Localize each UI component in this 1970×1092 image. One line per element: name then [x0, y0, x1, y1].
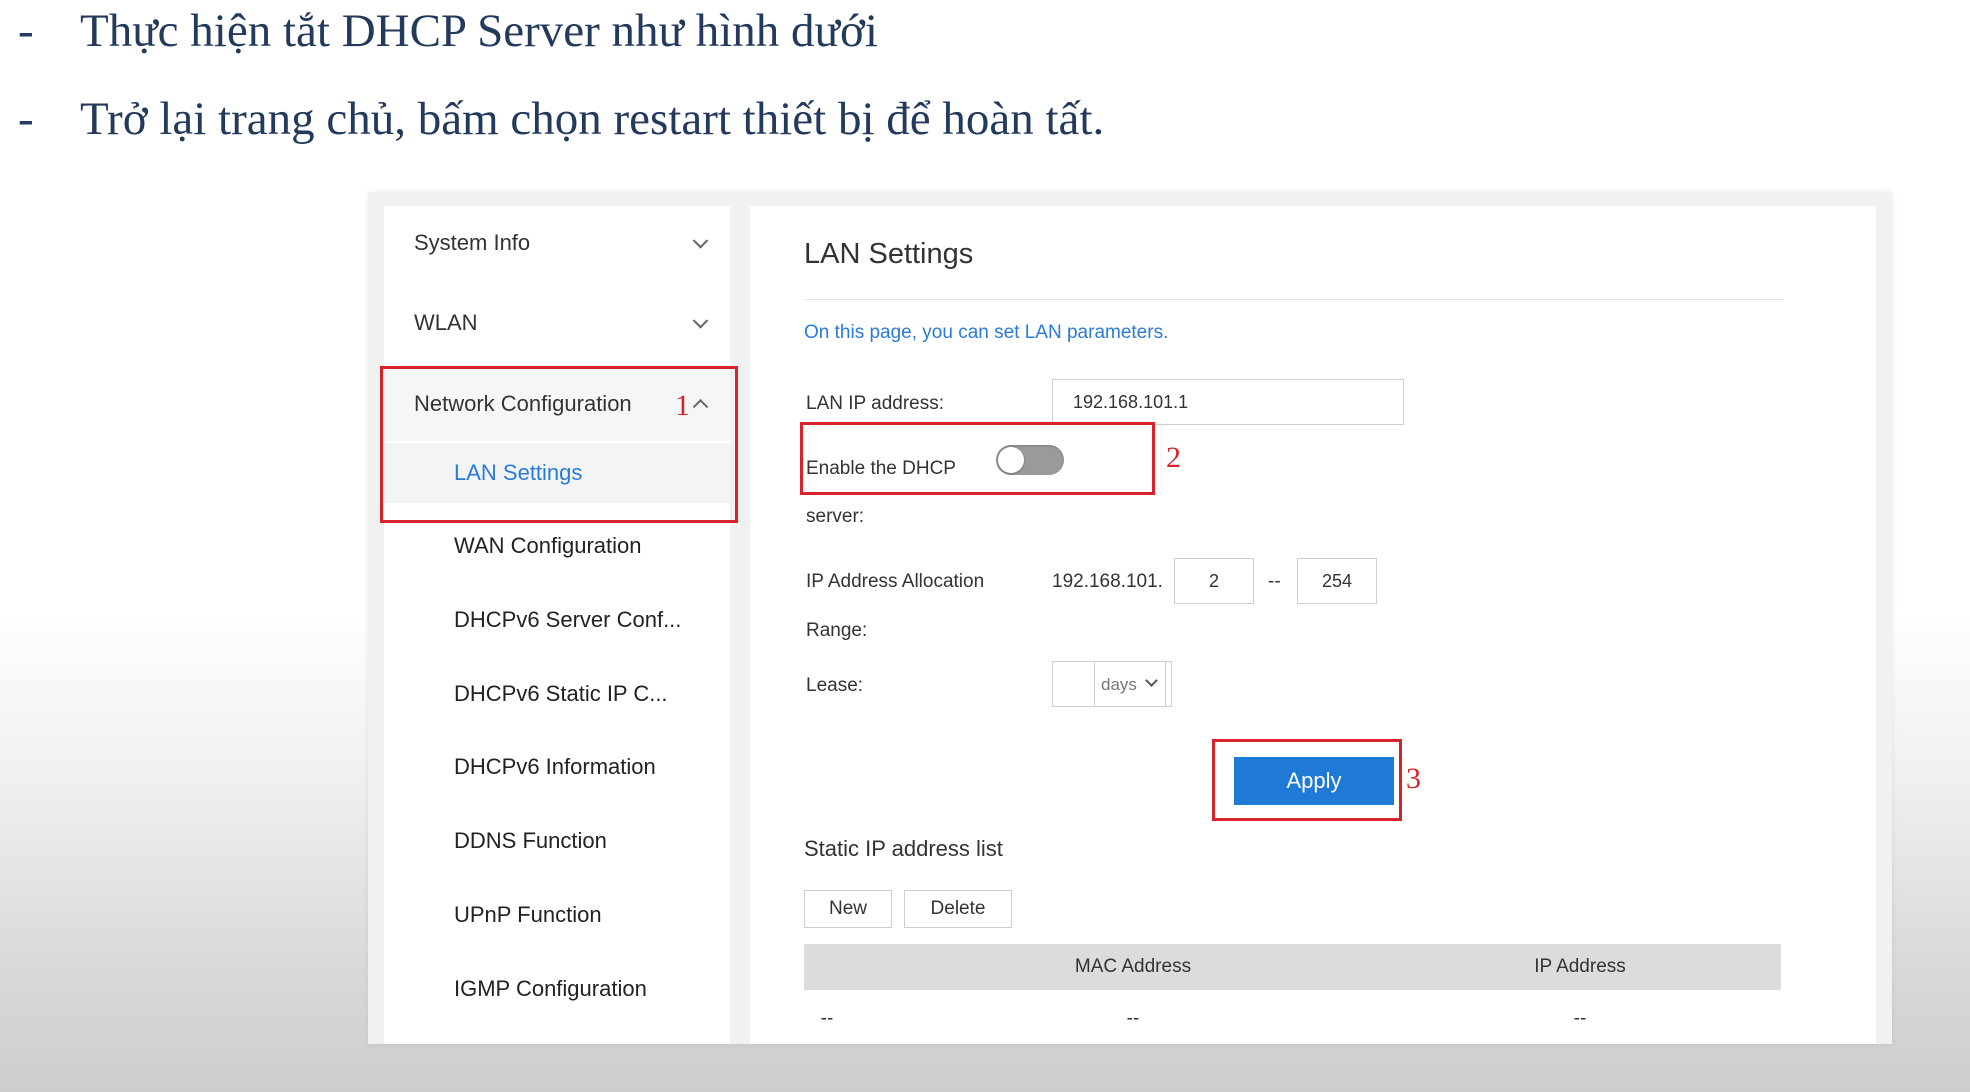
annotation-step-3: 3 — [1406, 762, 1421, 795]
sidebar: System Info WLAN Network Configuration L… — [384, 206, 730, 1044]
column-header-ip: IP Address — [1534, 956, 1626, 977]
sidebar-item-label: WAN Configuration — [454, 533, 642, 558]
chevron-down-icon — [692, 313, 709, 329]
bullet-text: Trở lại trang chủ, bấm chọn restart thiế… — [80, 93, 1105, 145]
table-cell: -- — [1126, 1008, 1140, 1029]
slide-bullet-1: - Thực hiện tắt DHCP Server như hình dưới — [18, 4, 878, 58]
sidebar-item-label: System Info — [414, 230, 531, 255]
lease-unit-select[interactable]: days — [1094, 661, 1166, 707]
main-panel: LAN Settings On this page, you can set L… — [750, 206, 1876, 1044]
router-ui-screenshot: System Info WLAN Network Configuration L… — [368, 192, 1892, 1044]
highlight-box-step-3 — [1212, 739, 1402, 821]
lan-ip-input[interactable] — [1052, 379, 1404, 425]
delete-button[interactable]: Delete — [904, 890, 1012, 928]
page-title: LAN Settings — [804, 238, 974, 270]
sidebar-item-dhcpv6-server-conf[interactable]: DHCPv6 Server Conf... — [384, 590, 730, 650]
sidebar-item-upnp-function[interactable]: UPnP Function — [384, 885, 730, 945]
bullet-dash: - — [18, 93, 34, 145]
lease-label: Lease: — [806, 675, 864, 696]
ip-range-start-input[interactable] — [1174, 558, 1254, 604]
bullet-dash: - — [18, 5, 34, 57]
ip-range-separator: -- — [1268, 571, 1281, 592]
chevron-down-icon — [1145, 674, 1158, 687]
new-button[interactable]: New — [804, 890, 892, 928]
sidebar-item-label: DHCPv6 Information — [454, 754, 656, 779]
lease-unit-value: days — [1101, 675, 1137, 694]
table-cell: -- — [820, 1008, 834, 1029]
sidebar-item-igmp-configuration[interactable]: IGMP Configuration — [384, 959, 730, 1019]
sidebar-item-label: IGMP Configuration — [454, 976, 647, 1001]
sidebar-item-label: UPnP Function — [454, 902, 602, 927]
dhcp-label-cont: server: — [806, 506, 865, 527]
title-divider — [804, 299, 1784, 300]
static-ip-list-title: Static IP address list — [804, 836, 1003, 861]
table-header: MAC Address IP Address — [804, 944, 1781, 990]
ip-allocation-label-cont: Range: — [806, 620, 868, 641]
ip-allocation-prefix: 192.168.101. — [1052, 571, 1163, 592]
sidebar-item-label: DHCPv6 Server Conf... — [454, 607, 682, 632]
sidebar-item-ddns-function[interactable]: DDNS Function — [384, 811, 730, 871]
bullet-text: Thực hiện tắt DHCP Server như hình dưới — [80, 5, 878, 57]
sidebar-item-wan-configuration[interactable]: WAN Configuration — [384, 516, 730, 576]
page-description: On this page, you can set LAN parameters… — [804, 322, 1169, 343]
sidebar-item-dhcpv6-information[interactable]: DHCPv6 Information — [384, 737, 730, 797]
highlight-box-step-2 — [800, 422, 1155, 495]
sidebar-item-system-info[interactable]: System Info — [384, 206, 730, 280]
sidebar-item-wlan[interactable]: WLAN — [384, 286, 730, 360]
sidebar-item-dhcpv6-static-ip[interactable]: DHCPv6 Static IP C... — [384, 664, 730, 724]
sidebar-item-label: DDNS Function — [454, 828, 607, 853]
table-cell: -- — [1573, 1008, 1587, 1029]
lan-ip-label: LAN IP address: — [806, 393, 945, 414]
slide-bullet-2: - Trở lại trang chủ, bấm chọn restart thi… — [18, 92, 1104, 146]
chevron-down-icon — [692, 233, 709, 249]
sidebar-item-label: WLAN — [414, 310, 478, 335]
annotation-step-2: 2 — [1166, 441, 1181, 474]
ip-range-end-input[interactable] — [1297, 558, 1377, 604]
ip-allocation-label: IP Address Allocation — [806, 571, 985, 592]
annotation-step-1: 1 — [675, 389, 690, 422]
column-header-mac: MAC Address — [1074, 956, 1192, 977]
sidebar-item-label: DHCPv6 Static IP C... — [454, 681, 668, 706]
